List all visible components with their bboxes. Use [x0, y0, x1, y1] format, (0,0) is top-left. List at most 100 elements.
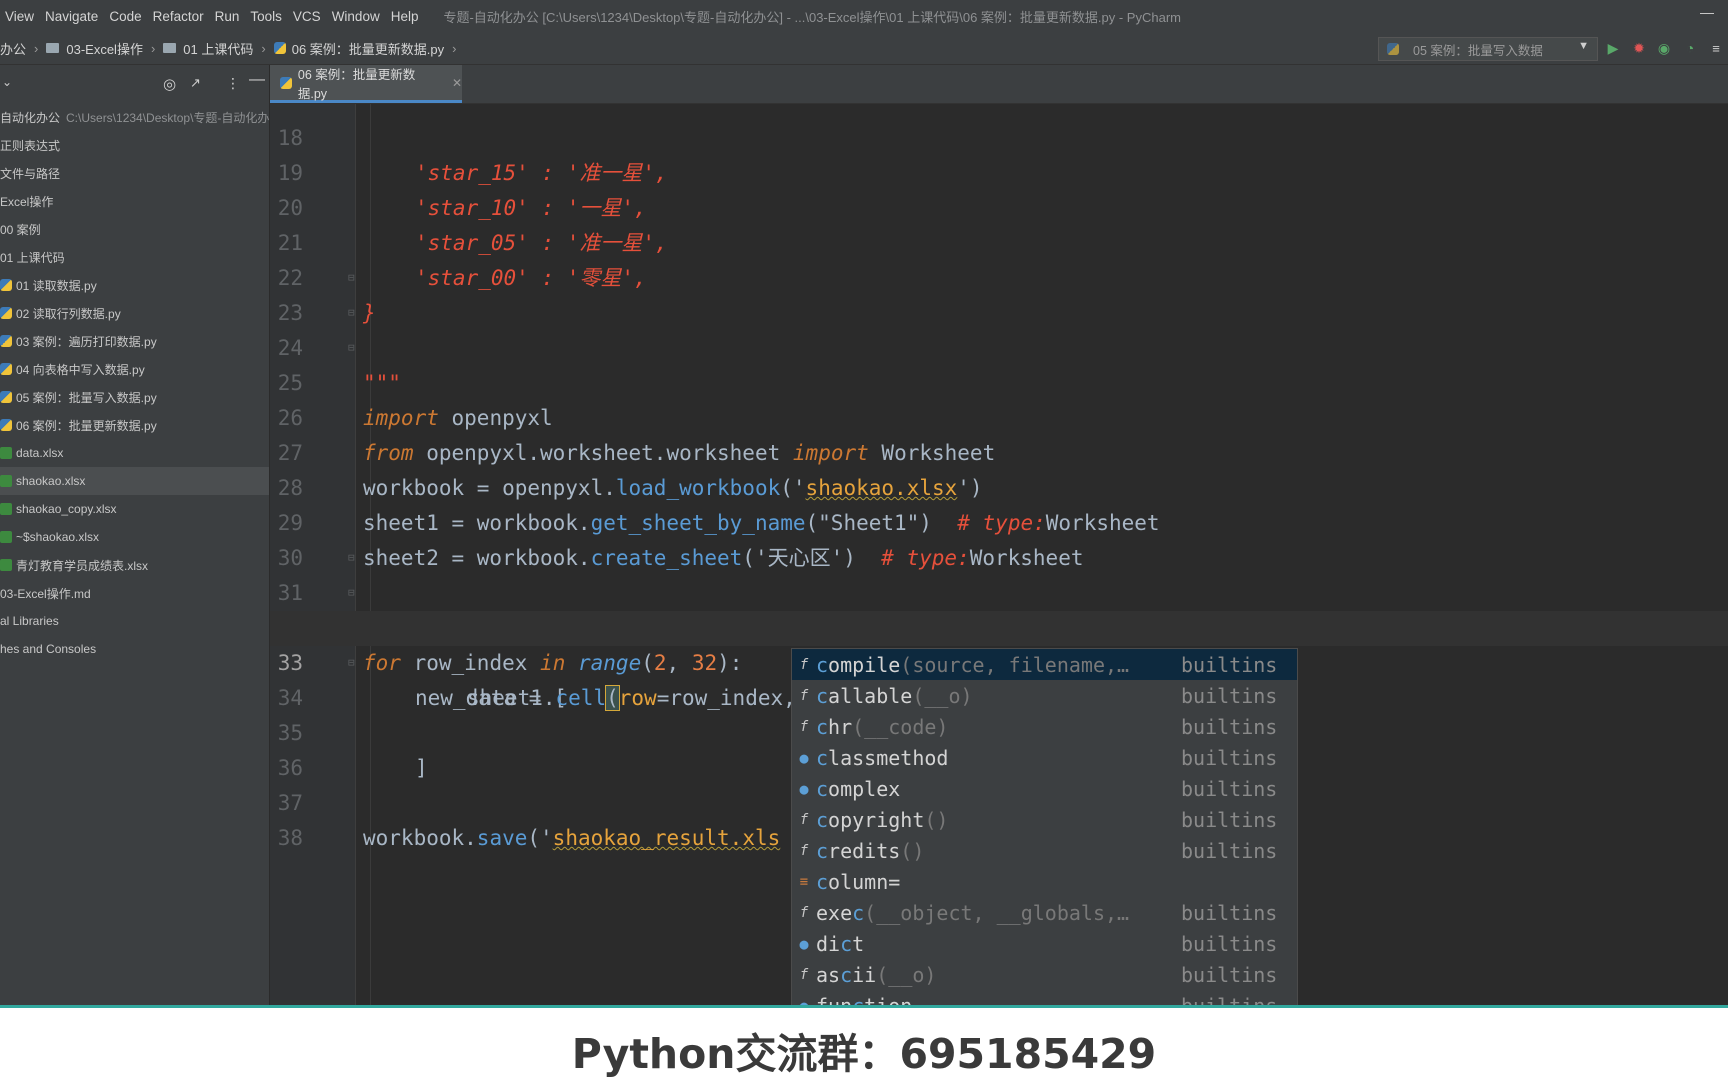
completion-name: complex	[816, 776, 901, 801]
breadcrumb-root[interactable]: 办公 ›	[0, 39, 46, 58]
minimize-icon[interactable]: —	[1700, 4, 1714, 20]
hide-icon[interactable]: —	[249, 71, 265, 89]
tree-file[interactable]: 03-Excel操作.md	[0, 579, 269, 607]
run-configuration-select[interactable]: 05 案例：批量写入数据 ▼	[1378, 37, 1598, 61]
tree-folder[interactable]: 文件与路径	[0, 159, 269, 187]
completion-signature: (__o)	[876, 962, 937, 987]
menu-window[interactable]: Window	[332, 9, 380, 24]
code-line: 18 'star_15' : '准一星',	[270, 104, 1728, 185]
fold-icon[interactable]: ⊟	[348, 552, 360, 564]
options-icon[interactable]: ⋮	[226, 75, 240, 92]
python-file-icon	[0, 335, 12, 347]
profile-icon[interactable]: ◔	[1680, 38, 1700, 58]
completion-item[interactable]: f exec (__object, __globals,… builtins	[792, 897, 1297, 928]
tree-root[interactable]: 自动化办公 C:\Users\1234\Desktop\专题-自动化办公	[0, 103, 269, 131]
completion-item[interactable]: f chr (__code) builtins	[792, 711, 1297, 742]
code-line: 26	[270, 366, 1728, 430]
tree-file[interactable]: 青灯教育学员成绩表.xlsx	[0, 551, 269, 579]
completion-name: dict	[816, 931, 865, 956]
fold-icon[interactable]: ⊟	[348, 307, 360, 319]
run-icon[interactable]: ▶	[1603, 38, 1623, 58]
python-file-icon	[0, 419, 12, 431]
tab-active-file[interactable]: 06 案例：批量更新数据.py ✕	[270, 65, 462, 103]
completion-item[interactable]: ● classmethod builtins	[792, 742, 1297, 773]
completion-signature: (source, filename,…	[900, 652, 1130, 677]
menu-help[interactable]: Help	[391, 9, 419, 24]
run-with-coverage-icon[interactable]: ◉	[1654, 38, 1674, 58]
debug-icon[interactable]: ✹	[1629, 38, 1649, 58]
function-icon: f	[799, 904, 809, 921]
breadcrumb-code[interactable]: 01 上课代码 ›	[163, 39, 273, 58]
menu-vcs[interactable]: VCS	[293, 9, 321, 24]
completion-item[interactable]: f copyright() builtins	[792, 804, 1297, 835]
completion-name: callable	[816, 683, 913, 708]
menu-run[interactable]: Run	[215, 9, 240, 24]
completion-source: builtins	[1181, 745, 1278, 770]
completion-source: builtins	[1181, 900, 1278, 925]
more-actions-icon[interactable]: ≡	[1706, 38, 1726, 58]
completion-item[interactable]: f callable (__o) builtins	[792, 680, 1297, 711]
python-icon	[1387, 43, 1399, 55]
tree-file[interactable]: ~$shaokao.xlsx	[0, 523, 269, 551]
close-icon[interactable]: ✕	[452, 76, 462, 90]
completion-item[interactable]: f compile (source, filename,… builtins	[792, 649, 1297, 680]
code-line: 20 'star_05' : '准一星',	[270, 156, 1728, 255]
chevron-down-icon[interactable]: ⌄	[2, 75, 12, 89]
python-file-icon	[0, 391, 12, 403]
menu-view[interactable]: View	[5, 9, 34, 24]
function-icon: f	[799, 966, 809, 983]
code-line: 19 'star_10' : '一星',	[270, 121, 1728, 220]
completion-source: builtins	[1181, 807, 1278, 832]
fold-icon[interactable]: ⊟	[348, 587, 360, 599]
tree-file-selected[interactable]: shaokao.xlsx	[0, 467, 269, 495]
tree-folder[interactable]: Excel操作	[0, 187, 269, 215]
code-line: 24 ⊟ import openpyxl	[270, 296, 1728, 431]
tree-folder[interactable]: 正则表达式	[0, 131, 269, 159]
tree-file[interactable]: 06 案例：批量更新数据.py	[0, 411, 269, 439]
tree-file[interactable]: 04 向表格中写入数据.py	[0, 355, 269, 383]
tree-file[interactable]: 03 案例：遍历打印数据.py	[0, 327, 269, 355]
completion-source: builtins	[1181, 776, 1278, 801]
run-configuration-label: 05 案例：批量写入数据	[1413, 43, 1543, 58]
completion-signature: (__code)	[852, 714, 949, 739]
completion-name: exec	[816, 900, 865, 925]
completion-name: ascii	[816, 962, 877, 987]
function-icon: f	[799, 656, 809, 673]
excel-file-icon	[0, 503, 12, 515]
tree-scratches[interactable]: hes and Consoles	[0, 635, 269, 663]
tree-file[interactable]: 01 读取数据.py	[0, 271, 269, 299]
completion-item[interactable]: f ascii (__o) builtins	[792, 959, 1297, 990]
breadcrumb-file[interactable]: 06 案例：批量更新数据.py ›	[273, 39, 465, 58]
completion-source: builtins	[1181, 714, 1278, 739]
tab-label: 06 案例：批量更新数据.py	[297, 67, 416, 101]
completion-item[interactable]: f credits() builtins	[792, 835, 1297, 866]
fold-icon[interactable]: ⊟	[348, 657, 360, 669]
completion-item[interactable]: ≡ column=	[792, 866, 1297, 897]
project-tool-window: ⌄ ◎ ↗ ⋮ — 自动化办公 C:\Users\1234\Desktop\专题-…	[0, 65, 270, 1005]
folder-icon	[46, 43, 60, 53]
locate-icon[interactable]: ◎	[163, 75, 176, 93]
function-icon: f	[799, 718, 809, 735]
tree-external-libraries[interactable]: al Libraries	[0, 607, 269, 635]
menu-code[interactable]: Code	[109, 9, 141, 24]
tree-file[interactable]: 02 读取行列数据.py	[0, 299, 269, 327]
function-call: save	[476, 826, 528, 850]
menu-navigate[interactable]: Navigate	[45, 9, 98, 24]
function-icon: f	[799, 842, 809, 859]
breadcrumb-excel[interactable]: 03-Excel操作 ›	[46, 39, 163, 58]
tree-folder[interactable]: 00 案例	[0, 215, 269, 243]
fold-icon[interactable]: ⊟	[348, 342, 360, 354]
tree-folder[interactable]: 01 上课代码	[0, 243, 269, 271]
tree-file[interactable]: 05 案例：批量写入数据.py	[0, 383, 269, 411]
fold-icon[interactable]: ⊟	[348, 272, 360, 284]
tree-file[interactable]: shaokao_copy.xlsx	[0, 495, 269, 523]
completion-item[interactable]: ● dict builtins	[792, 928, 1297, 959]
completion-item[interactable]: ● complex builtins	[792, 773, 1297, 804]
menu-refactor[interactable]: Refactor	[153, 9, 204, 24]
folder-icon	[163, 43, 177, 53]
tree-file[interactable]: data.xlsx	[0, 439, 269, 467]
menu-tools[interactable]: Tools	[250, 9, 282, 24]
completion-signature: (__object, __globals,…	[864, 900, 1130, 925]
chevron-right-icon: ›	[34, 40, 39, 56]
collapse-icon[interactable]: ↗	[190, 75, 201, 91]
